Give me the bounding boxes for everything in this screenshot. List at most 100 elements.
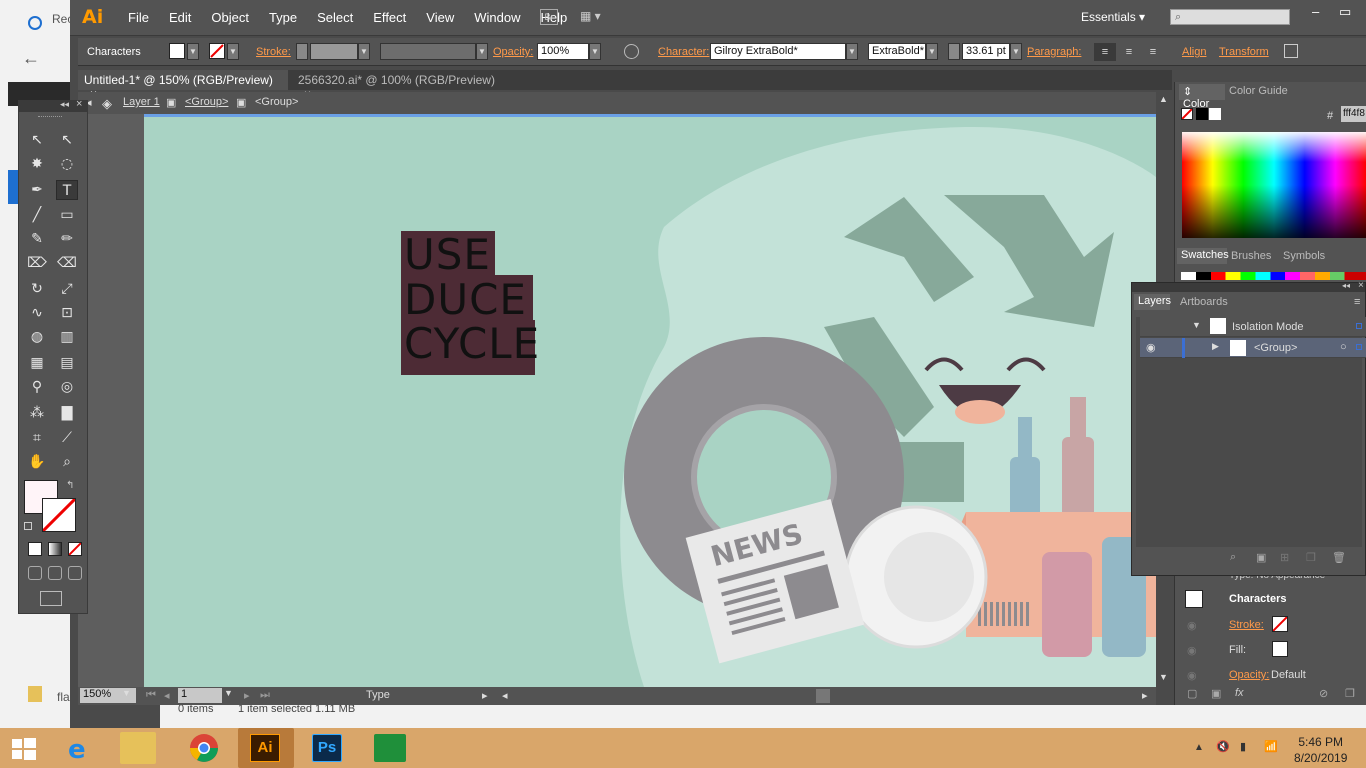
opacity-input[interactable]: 100% xyxy=(537,43,589,60)
appearance-opacity-label[interactable]: Opacity: xyxy=(1229,669,1269,681)
layer-selection-indicator[interactable] xyxy=(1356,323,1362,329)
hand-tool-icon[interactable]: ✋ xyxy=(26,452,48,472)
paragraph-label[interactable]: Paragraph: xyxy=(1027,46,1081,58)
art-text-line-2[interactable]: DUCE xyxy=(404,278,527,322)
swatch-row[interactable] xyxy=(1181,272,1366,280)
white-swatch[interactable] xyxy=(1209,108,1221,120)
add-effect-icon[interactable]: fx xyxy=(1235,687,1244,699)
symbol-sprayer-tool-icon[interactable]: ⁂ xyxy=(26,403,48,423)
font-size-stepper[interactable] xyxy=(948,43,960,60)
page-dropdown-icon[interactable]: ▼ xyxy=(224,688,233,698)
back-arrow-icon[interactable]: ← xyxy=(22,48,40,69)
art-text-line-3[interactable]: CYCLE xyxy=(404,322,540,366)
gradient-tool-icon[interactable]: ▤ xyxy=(56,353,78,373)
fill-dropdown-icon[interactable]: ▼ xyxy=(187,43,199,60)
collapse-icon[interactable]: ◂◂ xyxy=(60,99,69,110)
menu-object[interactable]: Object xyxy=(201,10,259,25)
eraser-tool-icon[interactable]: ⌫ xyxy=(56,253,78,273)
free-transform-tool-icon[interactable]: ⊡ xyxy=(56,303,78,323)
line-tool-icon[interactable]: ╱ xyxy=(26,205,48,225)
stroke-stepper[interactable] xyxy=(296,43,308,60)
windows-start-icon[interactable] xyxy=(12,738,36,760)
align-center-icon[interactable]: ≡ xyxy=(1118,43,1140,61)
new-sublayer-icon[interactable]: ⊞ xyxy=(1280,551,1289,564)
font-size-input[interactable]: 33.61 pt xyxy=(962,43,1010,60)
internet-explorer-icon[interactable]: e xyxy=(62,732,98,765)
visibility-eye-icon[interactable]: ◉ xyxy=(1146,341,1156,354)
perspective-grid-tool-icon[interactable]: ▥ xyxy=(56,327,78,347)
direct-selection-tool-icon[interactable]: ↖ xyxy=(56,130,78,150)
menu-view[interactable]: View xyxy=(416,10,464,25)
status-menu-icon[interactable]: ▸ xyxy=(482,689,488,702)
artboard-tool-icon[interactable]: ⌗ xyxy=(26,428,48,448)
file-explorer-icon[interactable] xyxy=(120,732,156,764)
bridge-button[interactable]: Br xyxy=(540,9,558,25)
align-panel-link[interactable]: Align xyxy=(1182,46,1206,58)
tab-layers[interactable]: Layers xyxy=(1134,294,1171,310)
stroke-swatch[interactable] xyxy=(209,43,225,59)
close-icon[interactable]: × xyxy=(1358,280,1364,291)
visibility-eye-icon[interactable]: ◉ xyxy=(1187,644,1197,657)
lasso-tool-icon[interactable]: ◌ xyxy=(56,154,78,174)
last-page-icon[interactable]: ⏭ xyxy=(260,689,270,702)
rectangle-tool-icon[interactable]: ▭ xyxy=(56,205,78,225)
screen-mode-icon[interactable] xyxy=(40,591,62,606)
make-clipping-mask-icon[interactable]: ▣ xyxy=(1256,551,1266,564)
next-page-icon[interactable]: ▸ xyxy=(244,689,250,702)
layer-selection-indicator[interactable] xyxy=(1356,344,1362,350)
graph-tool-icon[interactable]: ▇ xyxy=(56,403,78,423)
appearance-stroke-label[interactable]: Stroke: xyxy=(1229,619,1264,631)
gradient-mode-icon[interactable] xyxy=(48,542,62,556)
new-stroke-icon[interactable]: ▢ xyxy=(1187,687,1197,700)
help-search-input[interactable]: ⌕ xyxy=(1170,9,1290,25)
opacity-label[interactable]: Opacity: xyxy=(493,46,533,58)
stroke-label[interactable]: Stroke: xyxy=(256,46,291,58)
shape-builder-tool-icon[interactable]: ◍ xyxy=(26,327,48,347)
none-mode-icon[interactable] xyxy=(68,542,82,556)
new-layer-icon[interactable]: ❐ xyxy=(1306,551,1316,564)
delete-layer-icon[interactable]: 🗑 xyxy=(1332,551,1346,564)
hscroll-left-icon[interactable]: ◂ xyxy=(502,689,508,702)
scale-tool-icon[interactable]: ⤢ xyxy=(56,279,78,299)
tools-panel-header[interactable]: ◂◂ × xyxy=(18,98,88,112)
first-page-icon[interactable]: ⏮ xyxy=(146,689,156,702)
rotate-tool-icon[interactable]: ↻ xyxy=(26,279,48,299)
profile-dropdown[interactable]: ▼ xyxy=(476,43,488,60)
layer-row-group[interactable]: ◉ ▶ <Group> ○ xyxy=(1140,338,1366,358)
collapse-icon[interactable]: ◂◂ xyxy=(1342,281,1350,290)
blob-brush-tool-icon[interactable]: ⌦ xyxy=(26,253,48,273)
warp-tool-icon[interactable]: ∿ xyxy=(26,303,48,323)
locate-object-icon[interactable]: ⌕ xyxy=(1230,551,1236,564)
character-label[interactable]: Character: xyxy=(658,46,709,58)
menu-edit[interactable]: Edit xyxy=(159,10,201,25)
color-mode-icon[interactable] xyxy=(28,542,42,556)
stroke-weight-dropdown[interactable]: ▼ xyxy=(358,43,370,60)
hex-input[interactable]: fff4f8 xyxy=(1341,106,1366,122)
ie-icon[interactable] xyxy=(28,16,42,30)
expand-arrow-icon[interactable]: ▼ xyxy=(1192,320,1201,330)
photoshop-icon[interactable]: Ps xyxy=(312,734,342,762)
variable-width-profile[interactable] xyxy=(380,43,476,60)
slice-tool-icon[interactable]: ⟋ xyxy=(56,428,78,448)
fill-swatch[interactable] xyxy=(169,43,185,59)
power-icon[interactable]: ▮ xyxy=(1240,740,1246,753)
grip-icon[interactable] xyxy=(38,116,62,118)
blend-tool-icon[interactable]: ◎ xyxy=(56,377,78,397)
isolate-icon[interactable] xyxy=(1284,44,1298,58)
magic-wand-tool-icon[interactable]: ✸ xyxy=(26,154,48,174)
zoom-tool-icon[interactable]: ⌕ xyxy=(56,452,78,472)
panel-menu-icon[interactable]: ≡ xyxy=(1354,296,1360,308)
stroke-dropdown-icon[interactable]: ▼ xyxy=(227,43,239,60)
mesh-tool-icon[interactable]: ▦ xyxy=(26,353,48,373)
default-colors-icon[interactable] xyxy=(24,522,32,530)
draw-behind-icon[interactable] xyxy=(48,566,62,580)
store-icon[interactable] xyxy=(374,734,406,762)
type-tool-icon[interactable]: T xyxy=(56,180,78,200)
pen-tool-icon[interactable]: ✒ xyxy=(26,180,48,200)
tab-brushes[interactable]: Brushes xyxy=(1231,250,1271,262)
close-icon[interactable]: × xyxy=(76,98,82,110)
new-fill-icon[interactable]: ▣ xyxy=(1211,687,1221,700)
menu-effect[interactable]: Effect xyxy=(363,10,416,25)
appearance-stroke-swatch[interactable] xyxy=(1272,616,1288,632)
scroll-up-icon[interactable]: ▲ xyxy=(1159,94,1168,104)
